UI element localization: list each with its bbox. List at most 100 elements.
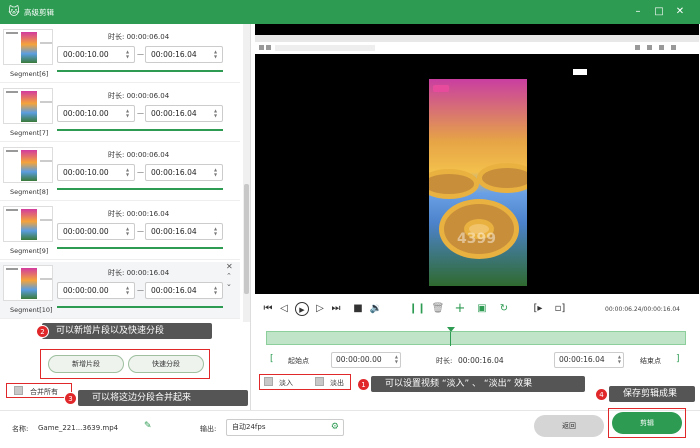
segment-start-input[interactable]: 00:00:10.00 ▲ ▼: [57, 105, 135, 122]
settings-gear-icon[interactable]: ⚙: [331, 420, 339, 435]
segment-start-input[interactable]: 00:00:00.00 ▲ ▼: [57, 282, 135, 299]
segment-end-input[interactable]: 00:00:16.04 ▲ ▼: [145, 105, 223, 122]
name-label: 名称:: [12, 425, 29, 433]
segment-start-input[interactable]: 00:00:10.00 ▲ ▼: [57, 164, 135, 181]
preview-panel: 4399 ⏮ ◁ ▶ ▷ ⏭ ■ 🔉 ❙❙ 🗑 + ▣ ↻ [▸ ▫] 00:0…: [250, 24, 700, 410]
segment-actions: 可以新增片段以及快速分段 2 新增片段 快速分段 合并所有 可以将这边分段合并起…: [0, 322, 250, 410]
app-logo-icon: 🐱: [8, 5, 20, 18]
game-frame: 4399: [429, 79, 527, 286]
maximize-button[interactable]: □: [651, 4, 667, 20]
segment-item[interactable]: Segment[6] 时长: 00:00:06.04 00:00:10.00 ▲ ▼…: [0, 26, 240, 83]
delete-segment-icon[interactable]: ✕: [226, 262, 233, 271]
stop-icon[interactable]: ■: [351, 302, 365, 316]
output-label: 输出:: [200, 425, 217, 433]
segment-duration: 时长: 00:00:06.04: [108, 92, 170, 100]
rename-edit-icon[interactable]: ✎: [144, 421, 152, 431]
file-name: Game_221...3639.mp4: [38, 424, 119, 432]
step-back-icon[interactable]: ◁: [277, 302, 291, 316]
segment-name: Segment[7]: [10, 129, 49, 137]
tip-badge-2: 2: [36, 325, 49, 338]
output-settings-field[interactable]: 自动24fps ⚙: [226, 419, 344, 436]
segment-item[interactable]: Segment[9] 时长: 00:00:16.04 00:00:00.00 ▲ ▼…: [0, 203, 240, 260]
end-point-input[interactable]: 00:00:16.04 ▲ ▼: [554, 352, 624, 368]
segment-start-input[interactable]: 00:00:00.00 ▲ ▼: [57, 223, 135, 240]
segment-list-scrollbar[interactable]: [243, 24, 250, 322]
end-bracket-icon[interactable]: ]: [676, 354, 680, 364]
range-row: [ 起始点 00:00:00.00 ▲ ▼ 时长: 00:00:16.04 00:0…: [266, 352, 686, 369]
fade-out-checkbox[interactable]: [315, 377, 324, 386]
segment-range-bar: [57, 70, 223, 72]
tip-add-split: 可以新增片段以及快速分段: [42, 323, 212, 339]
segment-range-bar: [57, 247, 223, 249]
segment-item[interactable]: Segment[7] 时长: 00:00:06.04 00:00:10.00 ▲ ▼…: [0, 85, 240, 142]
duration-value: 00:00:16.04: [458, 356, 504, 365]
segment-range-bar: [57, 188, 223, 190]
segment-name: Segment[8]: [10, 188, 49, 196]
duration-label: 时长:: [436, 357, 453, 365]
reset-icon[interactable]: ↻: [497, 302, 511, 316]
window-title: 高级剪辑: [24, 8, 54, 17]
video-preview[interactable]: 4399: [255, 24, 699, 294]
skip-end-icon[interactable]: ⏭: [329, 302, 343, 316]
mark-out-icon[interactable]: ▫]: [553, 302, 567, 316]
segment-item-active[interactable]: Segment[10] 时长: 00:00:16.04 00:00:00.00 ▲…: [0, 262, 240, 319]
segment-end-input[interactable]: 00:00:16.04 ▲ ▼: [145, 164, 223, 181]
tip-badge-3: 3: [64, 392, 77, 405]
segment-thumbnail: [3, 206, 53, 242]
end-point-label: 结束点: [640, 357, 661, 365]
start-point-input[interactable]: 00:00:00.00 ▲ ▼: [331, 352, 401, 368]
playhead-marker[interactable]: [447, 327, 455, 332]
title-bar: 🐱 高级剪辑 – □ ✕: [0, 0, 700, 24]
segment-list: Segment[6] 时长: 00:00:06.04 00:00:10.00 ▲ ▼…: [0, 24, 250, 322]
segment-duration: 时长: 00:00:16.04: [108, 269, 170, 277]
segment-start-input[interactable]: 00:00:10.00 ▲ ▼: [57, 46, 135, 63]
segment-duration: 时长: 00:00:16.04: [108, 210, 170, 218]
segment-end-input[interactable]: 00:00:16.04 ▲ ▼: [145, 223, 223, 240]
start-point-label: 起始点: [288, 357, 309, 365]
footer-bar: 名称: Game_221...3639.mp4 ✎ 输出: 自动24fps ⚙ …: [0, 408, 700, 448]
segment-duration: 时长: 00:00:06.04: [108, 151, 170, 159]
clip-button[interactable]: 剪辑: [612, 412, 682, 434]
tip-badge-4: 4: [595, 388, 608, 401]
move-up-icon[interactable]: ⌃: [226, 272, 232, 280]
game-watermark: 4399: [457, 231, 496, 247]
playback-controls: ⏮ ◁ ▶ ▷ ⏭ ■ 🔉 ❙❙ 🗑 + ▣ ↻ [▸ ▫] 00:00:06.…: [251, 298, 700, 320]
segment-thumbnail: [3, 147, 53, 183]
segment-end-input[interactable]: 00:00:16.04 ▲ ▼: [145, 46, 223, 63]
segment-item[interactable]: Segment[8] 时长: 00:00:06.04 00:00:10.00 ▲ ▼…: [0, 144, 240, 201]
move-down-icon[interactable]: ⌄: [226, 280, 232, 288]
mark-in-icon[interactable]: [▸: [531, 302, 545, 316]
copy-icon[interactable]: ▣: [475, 302, 489, 316]
quick-split-button[interactable]: 快速分段: [128, 355, 204, 373]
tip-badge-1: 1: [357, 378, 370, 391]
tip-fade: 可以设置视频 “淡入” 、 “淡出” 效果: [371, 376, 585, 392]
minimize-button[interactable]: –: [630, 4, 646, 20]
split-icon[interactable]: ❙❙: [409, 302, 426, 316]
fade-in-label: 淡入: [279, 379, 293, 387]
segment-thumbnail: [3, 29, 53, 65]
segment-name: Segment[6]: [10, 70, 49, 78]
segment-range-bar: [57, 129, 223, 131]
fade-in-checkbox[interactable]: [264, 377, 273, 386]
merge-all-checkbox[interactable]: [14, 386, 23, 395]
step-forward-icon[interactable]: ▷: [313, 302, 327, 316]
delete-icon[interactable]: 🗑: [431, 302, 445, 316]
segment-thumbnail: [3, 88, 53, 124]
merge-all-label: 合并所有: [30, 388, 58, 396]
skip-start-icon[interactable]: ⏮: [261, 302, 275, 316]
segment-range-bar: [57, 306, 223, 308]
tip-merge: 可以将这边分段合并起来: [78, 390, 248, 406]
segment-duration: 时长: 00:00:06.04: [108, 33, 170, 41]
segment-thumbnail: [3, 265, 53, 301]
segment-name: Segment[9]: [10, 247, 49, 255]
start-bracket-icon[interactable]: [: [270, 354, 274, 364]
back-button[interactable]: 返回: [534, 415, 604, 437]
play-icon[interactable]: ▶: [295, 302, 309, 316]
add-segment-button[interactable]: 新增片段: [48, 355, 124, 373]
segment-end-input[interactable]: 00:00:16.04 ▲ ▼: [145, 282, 223, 299]
close-button[interactable]: ✕: [672, 4, 688, 20]
timeline-track[interactable]: [266, 327, 686, 346]
fade-out-label: 淡出: [330, 379, 344, 387]
volume-icon[interactable]: 🔉: [369, 302, 383, 316]
add-icon[interactable]: +: [453, 302, 467, 316]
